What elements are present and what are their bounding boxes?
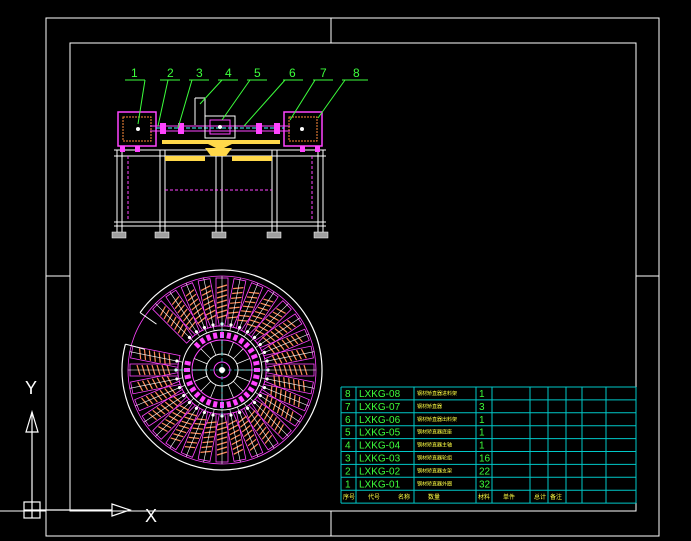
part-name: 钢材矫直器主轴 — [417, 442, 452, 449]
part-name: 钢材矫直器外圈 — [417, 480, 452, 487]
part-code: LXKG-02 — [359, 466, 401, 477]
ucs-x-label: X — [145, 506, 157, 526]
callout-2: 2 — [167, 66, 174, 80]
table-header-cell: 数量 — [428, 493, 440, 501]
plan-view-circular — [121, 269, 323, 471]
parts-table-row: 2 LXKG-02 钢材矫直器支架 22 — [345, 466, 491, 477]
callout-7: 7 — [320, 66, 327, 80]
part-name: 钢材矫直器 — [417, 403, 442, 410]
table-header-cell: 代号 — [368, 493, 380, 501]
sheet-frame — [45, 17, 660, 537]
part-qty: 3 — [479, 402, 485, 413]
callout-leaders — [125, 79, 368, 129]
part-qty: 1 — [479, 415, 485, 426]
part-name: 钢材矫直器底座 — [417, 429, 452, 436]
ucs-y-label: Y — [25, 378, 37, 398]
callout-1: 1 — [131, 66, 138, 80]
callout-6: 6 — [289, 66, 296, 80]
parts-table-row: 6 LXKG-06 钢材矫直器出料架 1 — [345, 415, 485, 426]
side-elevation-view — [111, 97, 329, 239]
ucs-icon — [23, 409, 132, 519]
part-code: LXKG-06 — [359, 415, 401, 426]
callout-3: 3 — [196, 66, 203, 80]
table-header-cell: 序号 — [343, 493, 355, 501]
row-number: 1 — [345, 479, 351, 490]
table-header-cell: 名称 — [398, 493, 410, 501]
part-code: LXKG-05 — [359, 428, 401, 439]
parts-table-row: 1 LXKG-01 钢材矫直器外圈 32 — [345, 479, 491, 490]
parts-list-table: 8 LXKG-08 钢材矫直器进料架 1 7 LXKG-07 钢材矫直器 3 6 LXKG-06 钢… — [340, 386, 637, 504]
callout-5: 5 — [254, 66, 261, 80]
table-header-cell: 单件 — [503, 493, 515, 501]
table-header-cell: 材料 — [478, 493, 490, 501]
part-name: 钢材矫直器进料架 — [417, 390, 457, 397]
row-number: 7 — [345, 402, 351, 413]
part-name: 钢材矫直器轮组 — [417, 455, 452, 462]
frame-center-marks — [0, 18, 659, 536]
row-number: 2 — [345, 466, 351, 477]
parts-table-row: 5 LXKG-05 钢材矫直器底座 1 — [345, 428, 485, 439]
cad-drawing-canvas[interactable]: 1 2 3 4 5 6 7 8 8 LXKG-08 钢材矫直器进料架 1 7 LXKG-0… — [0, 0, 691, 541]
part-code: LXKG-07 — [359, 402, 401, 413]
parts-table-row: 4 LXKG-04 钢材矫直器主轴 1 — [345, 441, 485, 452]
part-qty: 1 — [479, 389, 485, 400]
part-qty: 1 — [479, 428, 485, 439]
row-number: 5 — [345, 428, 351, 439]
callout-4: 4 — [225, 66, 232, 80]
part-code: LXKG-04 — [359, 441, 401, 452]
row-number: 6 — [345, 415, 351, 426]
part-name: 钢材矫直器支架 — [417, 467, 452, 474]
row-number: 4 — [345, 441, 351, 452]
part-qty: 1 — [479, 441, 485, 452]
part-code: LXKG-03 — [359, 454, 401, 465]
callout-numbers: 1 2 3 4 5 6 7 8 — [131, 66, 360, 80]
table-header-cell: 总计 — [534, 493, 546, 501]
row-number: 8 — [345, 389, 351, 400]
part-qty: 16 — [479, 454, 491, 465]
part-qty: 32 — [479, 479, 491, 490]
part-code: LXKG-01 — [359, 479, 401, 490]
part-name: 钢材矫直器出料架 — [417, 416, 457, 423]
callout-8: 8 — [353, 66, 360, 80]
table-header-cell: 备注 — [550, 493, 562, 501]
parts-table-row: 7 LXKG-07 钢材矫直器 3 — [345, 402, 485, 413]
part-code: LXKG-08 — [359, 389, 401, 400]
parts-table-row: 8 LXKG-08 钢材矫直器进料架 1 — [345, 389, 485, 400]
row-number: 3 — [345, 454, 351, 465]
parts-table-row: 3 LXKG-03 钢材矫直器轮组 16 — [345, 454, 491, 465]
part-qty: 22 — [479, 466, 491, 477]
